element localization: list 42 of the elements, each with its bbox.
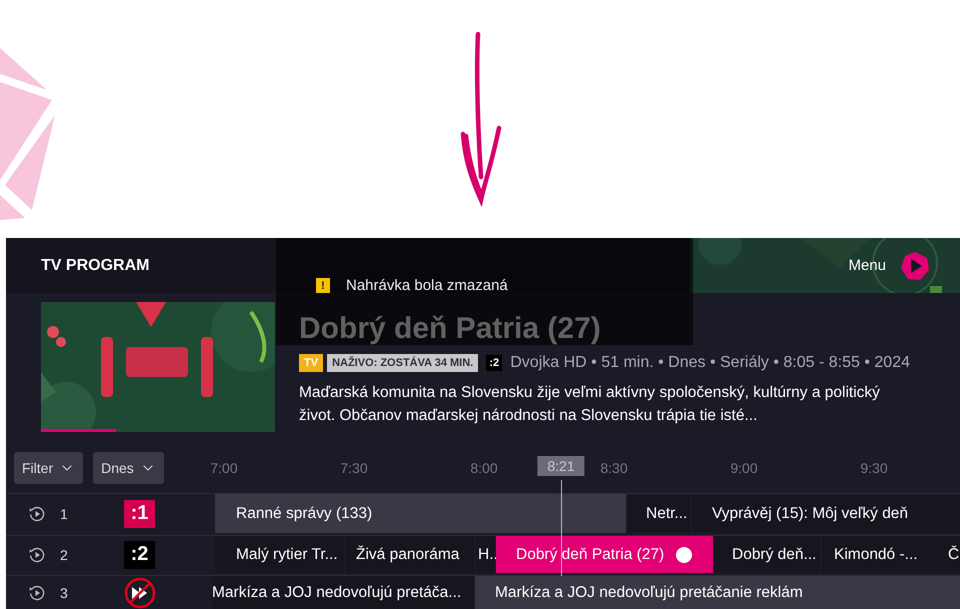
screen-title: TV PROGRAM bbox=[41, 256, 150, 274]
program-cell[interactable]: Markíza a JOJ nedovoľujú pretáča... bbox=[212, 576, 473, 609]
channel-number: 2 bbox=[60, 546, 68, 562]
program-cell[interactable]: H.. bbox=[476, 536, 495, 573]
type-badge: TV bbox=[299, 354, 324, 372]
program-cell[interactable]: Malý rytier Tr... bbox=[215, 536, 344, 573]
channel-number: 3 bbox=[60, 585, 68, 601]
program-cell[interactable]: Dobrý deň Patria (27) bbox=[496, 536, 713, 573]
time-label: 8:00 bbox=[470, 460, 498, 476]
channel-number: 1 bbox=[60, 506, 68, 522]
replay-icon[interactable] bbox=[29, 546, 45, 562]
time-label: 9:30 bbox=[860, 460, 888, 476]
program-cell[interactable]: Ranné správy (133) bbox=[215, 494, 626, 533]
toast-message: Nahrávka bola zmazaná bbox=[346, 277, 508, 294]
program-cell[interactable]: Dobrý deň... bbox=[714, 536, 820, 573]
time-label: 7:30 bbox=[340, 460, 368, 476]
dropdown-button[interactable]: Dnes bbox=[93, 452, 164, 484]
program-cell[interactable]: Netr... bbox=[627, 494, 690, 533]
program-cell[interactable]: Markíza a JOJ nedovoľujú pretáčanie reklám bbox=[475, 576, 960, 609]
program-cell[interactable]: Živá panoráma bbox=[346, 536, 474, 573]
replay-icon[interactable] bbox=[29, 585, 45, 601]
time-label: 7:00 bbox=[210, 460, 238, 476]
program-cell[interactable]: Č bbox=[930, 536, 960, 573]
program-cell[interactable]: Vyprávěj (15): Môj veľký deň bbox=[692, 494, 960, 533]
program-cell[interactable]: Kimondó -... bbox=[822, 536, 929, 573]
channel-logo: :2 bbox=[486, 355, 502, 371]
play-logo-icon bbox=[900, 250, 930, 280]
program-details: Dvojka HD • 51 min. • Dnes • Seriály • 8:05 - 8:55 • 2024 bbox=[510, 354, 910, 372]
time-label: 9:00 bbox=[730, 460, 758, 476]
program-description: Maďarská komunita na Slovensku žije veľmi aktívny spoločenský, kultúrny a politický život. Občanov maďarskej národnosti na Slovensku trápia tie isté... bbox=[299, 383, 881, 426]
no-fast-forward-icon bbox=[124, 577, 156, 609]
time-label: 8:30 bbox=[600, 460, 628, 476]
channel-logo: :1 bbox=[124, 500, 155, 528]
warning-icon: ! bbox=[316, 278, 330, 293]
program-title: Dobrý deň Patria (27) bbox=[299, 311, 602, 347]
live-badge: NAŽIVO: ZOSTÁVA 34 MIN. bbox=[327, 354, 478, 372]
channel-logo: :2 bbox=[124, 540, 155, 568]
current-time-badge: 8:21 bbox=[537, 456, 585, 476]
record-dot-icon bbox=[676, 546, 692, 562]
menu-button[interactable]: Menu bbox=[848, 250, 930, 280]
replay-icon[interactable] bbox=[29, 506, 45, 522]
dropdown-button[interactable]: Filter bbox=[14, 452, 84, 484]
